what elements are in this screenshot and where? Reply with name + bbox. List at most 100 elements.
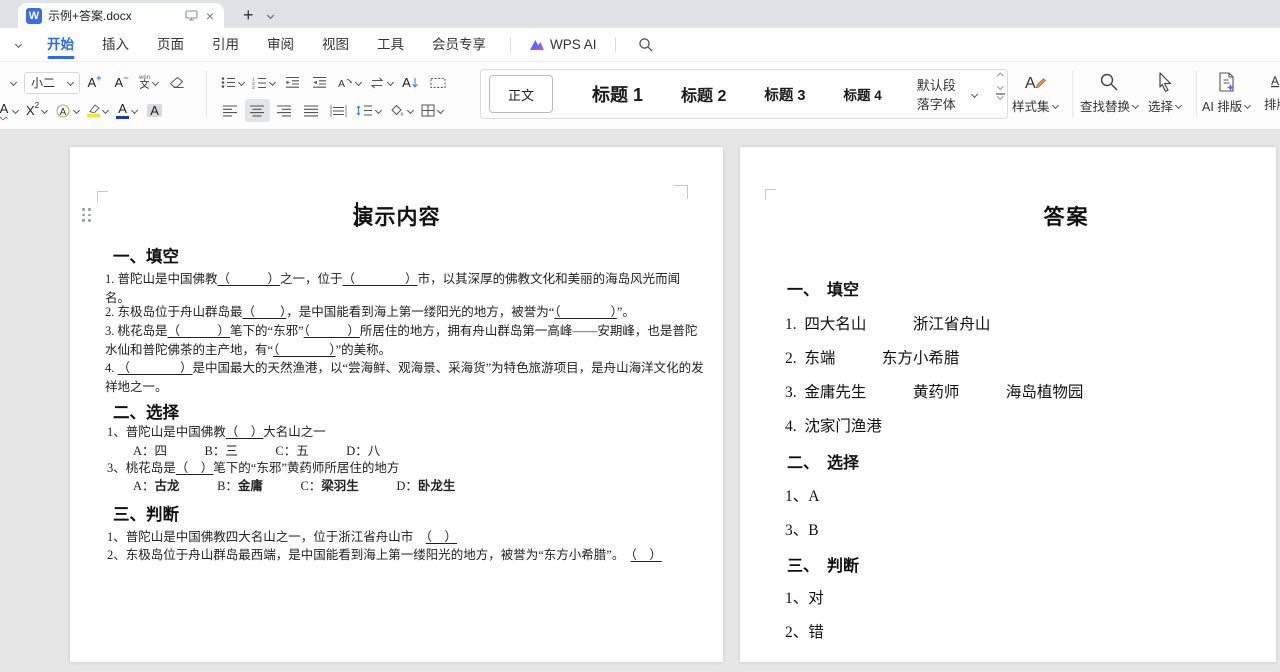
char-underline-icon: A [0, 102, 10, 120]
document-workspace: 演示内容 一、填空 1. 普陀山是中国佛教（ ）之一，位于（ ）市，以其深厚的佛… [0, 130, 1280, 672]
close-tab-icon[interactable]: × [204, 9, 216, 23]
page-setup-button[interactable] [425, 71, 450, 94]
phonetic-guide-button[interactable]: wén文 [136, 71, 161, 94]
align-left-button[interactable] [218, 99, 243, 122]
sort-button[interactable]: A [398, 71, 423, 94]
menu-item-0[interactable]: 开始 [33, 28, 88, 61]
align-right-button[interactable] [272, 99, 297, 122]
font-name-combo[interactable] [4, 72, 22, 94]
answer-line: 1. 四大名山 浙江省舟山 [785, 312, 990, 334]
titlebar: W 示例+答案.docx × + [0, 0, 1280, 28]
menu-item-1[interactable]: 插入 [88, 28, 143, 61]
decrease-indent-button[interactable] [280, 71, 305, 94]
chevron-down-icon [152, 79, 159, 86]
answer-line: 3. 金庸先生 黄药师 海岛植物园 [785, 380, 1083, 402]
shading-button[interactable] [386, 99, 416, 122]
answer-section-heading: 三、 判断 [787, 552, 859, 576]
style-heading-2[interactable]: 标题 2 [681, 82, 726, 106]
align-center-button[interactable] [245, 99, 270, 122]
style-default-font[interactable]: 默认段落字体 [917, 75, 977, 113]
divider [510, 37, 511, 52]
text-direction-button[interactable]: A [334, 71, 364, 94]
style-heading-3[interactable]: 标题 3 [764, 84, 805, 105]
find-replace-button[interactable]: 查找替换 [1080, 72, 1138, 115]
ai-layout-button[interactable]: AI 排版 [1202, 72, 1250, 115]
tab-list-chevron-icon[interactable] [267, 12, 274, 19]
chevron-down-icon [1175, 102, 1182, 109]
font-size-value: 小二 [31, 74, 55, 91]
ai-layout-icon [1216, 72, 1236, 92]
search-button[interactable] [626, 37, 665, 52]
new-tab-button[interactable]: + [243, 5, 254, 26]
line-spacing-button[interactable] [353, 99, 384, 122]
online-doc-icon[interactable] [185, 10, 198, 21]
distribute-button[interactable] [326, 99, 351, 122]
wps-ai-logo-icon [529, 38, 545, 51]
clear-format-button[interactable] [163, 71, 188, 94]
phonetic-icon: wén文 [139, 75, 150, 91]
layout-label: 排版 [1264, 94, 1280, 113]
collapse-ribbon-icon[interactable] [15, 41, 22, 48]
chevron-down-icon [407, 107, 414, 114]
grow-font-button[interactable]: A+ [82, 71, 107, 94]
char-shading-icon: A [147, 104, 162, 117]
divider [206, 71, 207, 117]
font-size-combo[interactable]: 小二 [24, 72, 80, 94]
convert-text-button[interactable] [366, 71, 396, 94]
text-direction-icon: A [337, 76, 353, 89]
style-heading-1[interactable]: 标题 1 [592, 81, 643, 107]
shrink-font-icon: A− [115, 76, 129, 89]
style-set-button[interactable]: A样式集 [1012, 72, 1058, 115]
grow-font-icon: A+ [88, 76, 102, 89]
select-button[interactable]: 选择 [1148, 72, 1181, 115]
chevron-down-icon [9, 79, 16, 86]
superscript-button[interactable]: X2 [23, 99, 50, 122]
align-right-icon [277, 105, 292, 117]
page-1[interactable]: 演示内容 一、填空 1. 普陀山是中国佛教（ ）之一，位于（ ）市，以其深厚的佛… [70, 147, 723, 662]
underline-style-button[interactable]: A [0, 99, 21, 122]
menu-item-5[interactable]: 视图 [308, 28, 363, 61]
paragraph-group-row2 [218, 99, 446, 122]
layout-button[interactable]: A 排版 [1264, 72, 1280, 113]
style-heading-4[interactable]: 标题 4 [843, 84, 881, 104]
chevron-down-icon [971, 90, 978, 97]
shrink-font-button[interactable]: A− [109, 71, 134, 94]
numbering-button[interactable]: 123 [249, 71, 278, 94]
font-color-button[interactable]: A [113, 99, 140, 122]
document-tab[interactable]: W 示例+答案.docx × [18, 3, 224, 28]
answer-line: 4. 沈家门渔港 [785, 414, 882, 436]
svg-text:A: A [1271, 74, 1279, 88]
page-2[interactable]: 答案 一、 填空1. 四大名山 浙江省舟山2. 东端 东方小希腊3. 金庸先生 … [740, 147, 1276, 662]
section-heading: 三、判断 [113, 501, 179, 525]
chevron-down-icon [41, 107, 48, 114]
style-set-icon: A [1023, 72, 1047, 92]
section-heading: 一、填空 [113, 243, 179, 267]
gallery-up-button[interactable] [997, 73, 1003, 79]
convert-icon [369, 77, 385, 89]
increase-indent-button[interactable] [307, 71, 332, 94]
menu-item-3[interactable]: 引用 [198, 28, 253, 61]
chevron-down-icon [238, 79, 245, 86]
style-normal-chip[interactable]: 正文 [489, 75, 553, 113]
writer-logo-icon: W [26, 8, 42, 24]
highlight-button[interactable] [84, 99, 111, 122]
divider [1072, 71, 1073, 117]
indent-icon [312, 76, 327, 89]
gallery-down-button[interactable] [997, 83, 1003, 89]
tab-title: 示例+答案.docx [48, 7, 179, 24]
doc-line: 4. （ ）是中国最大的天然渔港，以“尝海鲜、观海景、采海货”为特色旅游项目，是… [105, 360, 704, 377]
wps-ai-menu[interactable]: WPS AI [521, 37, 605, 52]
menu-item-6[interactable]: 工具 [363, 28, 418, 61]
enclose-character-button[interactable]: A [52, 99, 82, 122]
justify-button[interactable] [299, 99, 324, 122]
menu-item-7[interactable]: 会员专享 [418, 28, 500, 61]
paragraph-group-row1: 123 A A [218, 71, 450, 94]
bullets-button[interactable] [218, 71, 247, 94]
bullets-icon [221, 76, 236, 89]
menu-item-4[interactable]: 审阅 [253, 28, 308, 61]
character-shading-button[interactable]: A [142, 99, 167, 122]
borders-button[interactable] [418, 99, 446, 122]
wps-writer-window: W 示例+答案.docx × + 开始插入页面引用审阅视图工具会员专享 WPS … [0, 0, 1280, 130]
menu-item-2[interactable]: 页面 [143, 28, 198, 61]
numbering-icon: 123 [252, 76, 267, 89]
